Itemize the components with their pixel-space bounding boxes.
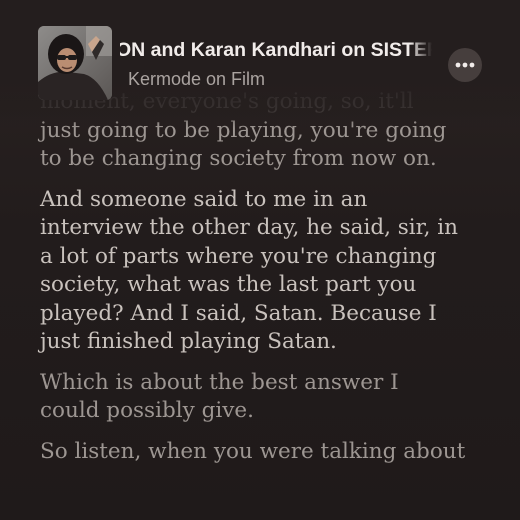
transcript-view[interactable]: moment, everyone's going, so, it'll just…: [40, 88, 480, 478]
now-playing-header: ON and Karan Kandhari on SISTER MIDNIGHT…: [0, 0, 520, 110]
transcript-line: just going to be playing, you're going: [40, 117, 447, 143]
transcript-line: And someone said to me in an: [40, 186, 368, 212]
transcript-paragraph-current[interactable]: And someone said to me in an interview t…: [40, 186, 480, 357]
transcript-line: a lot of parts where you're changing: [40, 243, 437, 269]
podcast-artwork-image-art: [38, 26, 112, 100]
transcript-line: played? And I said, Satan. Because I: [40, 300, 437, 326]
podcast-artwork-image[interactable]: [38, 26, 112, 100]
show-name[interactable]: Kermode on Film: [128, 66, 265, 92]
transcript-screen: moment, everyone's going, so, it'll just…: [0, 0, 520, 520]
transcript-paragraph[interactable]: So listen, when you were talking about: [40, 438, 480, 467]
transcript-paragraph[interactable]: Which is about the best answer I could p…: [40, 369, 480, 426]
transcript-line: interview the other day, he said, sir, i…: [40, 215, 458, 240]
more-options-icon: [455, 62, 475, 68]
episode-title-marquee[interactable]: ON and Karan Kandhari on SISTER MIDNIGHT: [120, 36, 432, 64]
transcript-line: could possibly give.: [40, 398, 254, 423]
episode-title: ON and Karan Kandhari on SISTER MIDNIGHT: [120, 39, 432, 61]
transcript-line: to be changing society from now on.: [40, 146, 437, 171]
transcript-line: Which is about the best answer I: [40, 369, 399, 395]
transcript-line: just finished playing Satan.: [40, 329, 337, 354]
transcript-line: So listen, when you were talking about: [40, 438, 466, 464]
transcript-line: society, what was the last part you: [40, 272, 417, 297]
more-options-button[interactable]: [448, 48, 482, 82]
